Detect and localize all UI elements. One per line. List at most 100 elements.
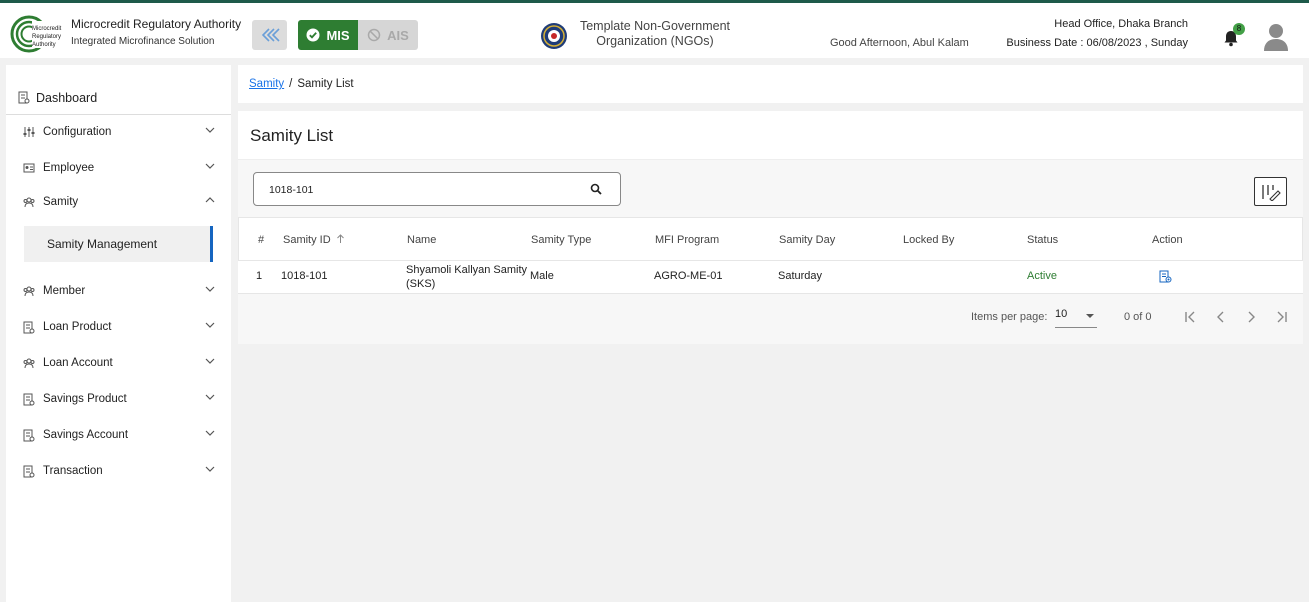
- cell-number: 1: [256, 270, 263, 282]
- chevron-down-icon: [205, 430, 215, 436]
- sidebar-item-dashboard[interactable]: Dashboard: [6, 81, 231, 115]
- column-edit-icon: [1261, 184, 1281, 201]
- sidebar-item-savings-product[interactable]: Savings Product: [6, 385, 231, 413]
- double-chevron-left-icon: [261, 28, 280, 42]
- first-page-button[interactable]: [1182, 308, 1200, 326]
- org-center-line2: Organization (NGOs): [596, 34, 714, 48]
- cell-mfi-program: AGRO-ME-01: [654, 270, 723, 282]
- sidebar-item-loan-account[interactable]: Loan Account: [6, 349, 231, 377]
- column-header-action: Action: [1152, 234, 1183, 246]
- items-per-page-value: 10: [1055, 308, 1068, 320]
- page-title: Samity List: [250, 126, 334, 145]
- sidebar-label-dashboard: Dashboard: [36, 90, 98, 105]
- cell-name: Shyamoli Kallyan Samity (SKS): [406, 263, 527, 291]
- document-icon: [18, 91, 30, 104]
- org-title: Microcredit Regulatory Authority: [71, 17, 242, 31]
- search-icon[interactable]: [590, 183, 602, 195]
- document-icon: [23, 393, 35, 405]
- sidebar-item-configuration[interactable]: Configuration: [6, 118, 231, 146]
- column-header-status[interactable]: Status: [1027, 234, 1058, 246]
- sidebar-item-transaction[interactable]: Transaction: [6, 457, 231, 485]
- id-card-icon: [23, 163, 35, 173]
- column-header-samity-id[interactable]: Samity ID: [283, 234, 345, 246]
- ais-module-button[interactable]: AIS: [358, 20, 418, 50]
- document-icon: [23, 465, 35, 477]
- previous-page-button[interactable]: [1212, 308, 1230, 326]
- app-header: Microcredit Regulatory Authority Microcr…: [0, 3, 1309, 58]
- table-row[interactable]: 1 1018-101 Shyamoli Kallyan Samity (SKS)…: [238, 261, 1303, 294]
- sidebar-label: Savings Product: [43, 393, 127, 405]
- chevron-down-icon: [205, 163, 215, 169]
- sidebar-item-savings-account[interactable]: Savings Account: [6, 421, 231, 449]
- notification-badge: 8: [1233, 23, 1245, 35]
- logo-text-2: Regulatory: [32, 34, 61, 40]
- chevron-down-icon: [205, 466, 215, 472]
- chevron-down-icon: [205, 394, 215, 400]
- sidebar-item-member[interactable]: Member: [6, 277, 231, 305]
- sidebar-subitem-samity-management[interactable]: Samity Management: [24, 226, 213, 262]
- org-subtitle: Integrated Microfinance Solution: [71, 36, 215, 47]
- column-header-samity-day[interactable]: Samity Day: [779, 234, 835, 246]
- breadcrumb-separator: /: [289, 78, 293, 90]
- column-header-mfi-program[interactable]: MFI Program: [655, 234, 719, 246]
- group-icon: [23, 358, 35, 369]
- table-header: # Samity ID Name Samity Type MFI Program…: [238, 217, 1303, 261]
- paginator: Items per page: 10 0 of 0: [238, 294, 1303, 344]
- chevron-down-icon: [205, 358, 215, 364]
- document-icon: [23, 321, 35, 333]
- sort-ascending-icon: [336, 234, 344, 243]
- items-per-page-select[interactable]: 10: [1055, 308, 1097, 328]
- sidebar-label: Member: [43, 285, 86, 297]
- mis-label: MIS: [326, 27, 350, 43]
- chevron-down-icon: [205, 127, 215, 133]
- main-content: Samity List 1018-101 # Samity ID Name Sa…: [238, 111, 1303, 344]
- last-page-icon: [1277, 311, 1287, 323]
- sidebar-label: Configuration: [43, 126, 112, 138]
- cell-name-line1: Shyamoli Kallyan Samity: [406, 264, 528, 276]
- business-date: Business Date : 06/08/2023 , Sunday: [1006, 37, 1188, 49]
- ais-label: AIS: [387, 27, 409, 43]
- sidebar-item-employee[interactable]: Employee: [6, 154, 231, 182]
- sidebar-item-loan-product[interactable]: Loan Product: [6, 313, 231, 341]
- logo-text-1: Microcredit: [32, 26, 62, 32]
- check-circle-icon: [306, 28, 320, 42]
- chevron-down-icon: [205, 286, 215, 292]
- column-header-name[interactable]: Name: [407, 234, 436, 246]
- block-icon: [367, 28, 381, 42]
- chevron-up-icon: [205, 197, 215, 203]
- group-icon: [23, 197, 35, 208]
- logo-text-3: Authority: [32, 42, 56, 48]
- breadcrumb-link-samity[interactable]: Samity: [249, 78, 284, 90]
- next-page-button[interactable]: [1242, 308, 1260, 326]
- view-details-icon[interactable]: [1159, 270, 1172, 283]
- search-input[interactable]: 1018-101: [253, 172, 621, 206]
- chevron-down-icon: [205, 322, 215, 328]
- document-icon: [23, 429, 35, 441]
- last-page-button[interactable]: [1272, 308, 1290, 326]
- org-center-line1: Template Non-Government: [579, 19, 731, 33]
- sidebar-item-samity[interactable]: Samity: [6, 188, 231, 216]
- sidebar-label: Loan Account: [43, 357, 113, 369]
- branch-name: Head Office, Dhaka Branch: [1054, 18, 1188, 30]
- items-per-page-label: Items per page:: [971, 311, 1048, 323]
- sidebar-label: Transaction: [43, 465, 103, 477]
- sidebar-label: Samity: [43, 196, 79, 208]
- mra-logo: Microcredit Regulatory Authority: [10, 15, 63, 53]
- sidebar-label: Loan Product: [43, 321, 112, 333]
- cell-samity-day: Saturday: [778, 270, 823, 282]
- sliders-icon: [23, 127, 35, 137]
- collapse-sidebar-button[interactable]: [252, 20, 287, 50]
- cell-samity-id: 1018-101: [281, 270, 328, 282]
- table-toolbar: 1018-101: [238, 159, 1303, 217]
- mis-module-button[interactable]: MIS: [298, 20, 358, 50]
- breadcrumb: Samity / Samity List: [238, 65, 1303, 103]
- group-icon: [23, 286, 35, 297]
- column-header-label: Samity ID: [283, 234, 331, 246]
- page-range-label: 0 of 0: [1124, 311, 1152, 323]
- column-header-locked-by[interactable]: Locked By: [903, 234, 954, 246]
- user-avatar-icon[interactable]: [1262, 22, 1290, 52]
- status-badge: Active: [1027, 270, 1057, 282]
- column-settings-button[interactable]: [1254, 177, 1287, 206]
- column-header-samity-type[interactable]: Samity Type: [531, 234, 591, 246]
- chevron-right-icon: [1248, 311, 1255, 323]
